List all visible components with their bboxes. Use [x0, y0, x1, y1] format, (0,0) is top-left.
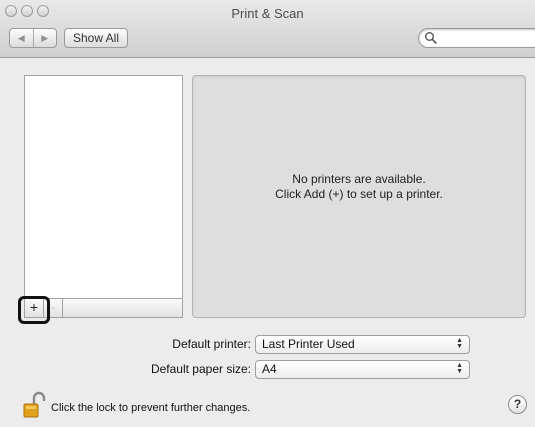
back-arrow-icon: ◀	[17, 32, 25, 43]
default-printer-label: Default printer:	[172, 337, 251, 351]
printer-list[interactable]: + -	[24, 75, 183, 318]
add-hint-line: Click Add (+) to set up a printer.	[275, 187, 443, 201]
popup-arrows-icon: ▲ ▼	[456, 337, 463, 350]
add-button-highlight	[18, 296, 50, 324]
show-all-button[interactable]: Show All	[64, 28, 128, 48]
help-button[interactable]: ?	[508, 395, 527, 414]
history-nav: ◀ ▶	[9, 28, 57, 48]
no-printers-message: No printers are available. Click Add (+)…	[193, 172, 525, 202]
no-printers-line: No printers are available.	[292, 172, 426, 186]
popup-arrows-icon: ▲ ▼	[456, 362, 463, 375]
lock-message: Click the lock to prevent further change…	[51, 402, 251, 414]
lock-icon[interactable]	[23, 391, 47, 419]
default-paper-size-label: Default paper size:	[150, 362, 251, 376]
back-button[interactable]: ◀	[10, 29, 33, 47]
search-icon	[425, 32, 437, 44]
toolbar: Print & Scan ◀ ▶ Show All	[0, 0, 535, 58]
window-title: Print & Scan	[231, 6, 304, 21]
default-paper-size-popup[interactable]: A4 ▲ ▼	[255, 360, 470, 379]
forward-arrow-icon: ▶	[41, 32, 49, 43]
search-field[interactable]	[418, 28, 535, 48]
printer-detail-panel: No printers are available. Click Add (+)…	[192, 75, 526, 318]
help-icon: ?	[513, 397, 522, 411]
default-paper-size-value: A4	[262, 362, 277, 376]
default-printer-value: Last Printer Used	[262, 337, 355, 351]
default-printer-popup[interactable]: Last Printer Used ▲ ▼	[255, 335, 470, 354]
forward-button[interactable]: ▶	[32, 29, 57, 47]
preferences-window: Print & Scan ◀ ▶ Show All + - No printer…	[0, 0, 535, 427]
